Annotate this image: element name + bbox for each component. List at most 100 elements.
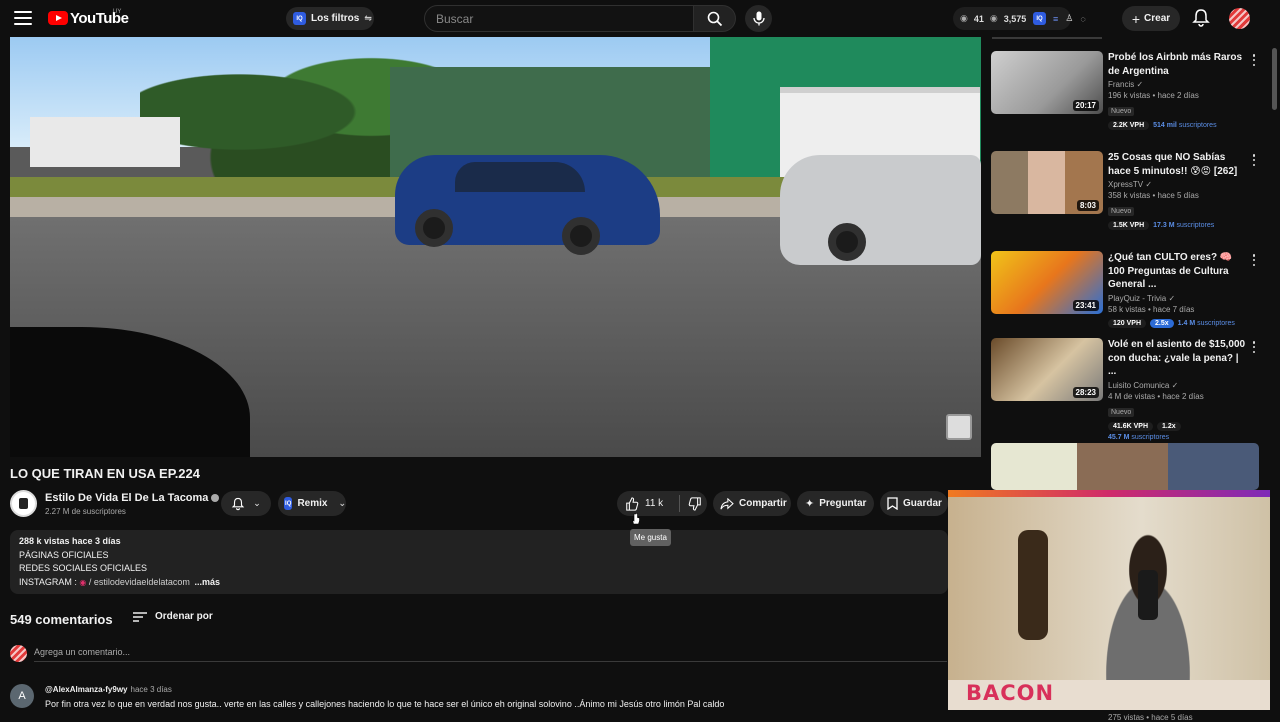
search-input[interactable]: Buscar (424, 5, 694, 32)
video-title: LO QUE TIRAN EN USA EP.224 (10, 466, 200, 481)
sidebar-channel[interactable]: PlayQuiz - Trivia ✓ (1108, 294, 1246, 303)
youtube-logo-icon[interactable] (48, 11, 68, 25)
mouse-cursor-icon (632, 513, 640, 525)
stats-row: 45.7 M suscriptores (1108, 434, 1246, 441)
video-frame-wheel (828, 223, 866, 261)
dislike-button[interactable] (688, 491, 707, 516)
like-button[interactable]: 11 k (617, 491, 671, 516)
stat-b: 3,575 (1003, 13, 1027, 24)
video-frame-wheel (562, 217, 600, 255)
share-button[interactable]: Compartir (713, 491, 791, 516)
notifications-bell-icon[interactable] (1191, 8, 1211, 28)
voice-search-button[interactable] (745, 5, 772, 32)
sidebar-video-title[interactable]: 25 Cosas que NO Sabías hace 5 minutos!! … (1108, 151, 1246, 178)
save-label: Guardar (903, 498, 942, 509)
ask-button[interactable]: ✦ Preguntar (797, 491, 874, 516)
current-user-avatar (10, 645, 27, 662)
channel-avatar[interactable] (10, 490, 37, 517)
description-box[interactable]: 288 k vistas hace 3 días PÁGINAS OFICIAL… (10, 530, 948, 594)
chevron-down-icon: ⌄ (338, 498, 346, 508)
sidebar-video-info: Probé los Airbnb más Raros de Argentina … (1108, 51, 1246, 130)
chat-icon[interactable]: ◌ (1080, 14, 1085, 24)
like-count: 11 k (645, 498, 664, 509)
webcam-banner-text: BACON (966, 681, 1055, 705)
sidebar-meta: 275 vistas • hace 5 días (1108, 713, 1193, 722)
menu-icon[interactable] (14, 11, 32, 25)
stats-row: 120 VPH 2.5x 1.4 M suscriptores (1108, 318, 1246, 328)
video-thumbnail[interactable]: 20:17 (991, 51, 1103, 114)
new-badge: Nuevo (1108, 207, 1135, 216)
more-options-icon[interactable] (1252, 341, 1256, 353)
video-thumbnail[interactable] (991, 443, 1259, 490)
sidebar-scrollbar[interactable] (1272, 48, 1277, 110)
sidebar-channel[interactable]: Francis ✓ (1108, 80, 1246, 89)
vph-badge: 2.2K VPH (1108, 121, 1150, 130)
top-bar: YouTube UY IQ Los filtros ⇋ Buscar ◉ 41 … (0, 0, 1280, 37)
comment-author[interactable]: @AlexAlmanza-fy9wy hace 3 días (45, 685, 172, 694)
eye-icon: ◉ (960, 13, 968, 23)
vph-badge: 120 VPH (1108, 318, 1147, 328)
more-options-icon[interactable] (1252, 254, 1256, 266)
user-avatar[interactable] (1229, 8, 1250, 29)
subscription-notifications-button[interactable]: ⌄ (221, 491, 271, 516)
add-comment-input[interactable]: Agrega un comentario... (34, 647, 947, 662)
create-button[interactable]: + Crear (1122, 6, 1180, 31)
sidebar-video-title[interactable]: Probé los Airbnb más Raros de Argentina (1108, 51, 1246, 78)
video-duration: 28:23 (1072, 387, 1099, 398)
search-button[interactable] (694, 5, 736, 32)
sidebar-channel[interactable]: Luisito Comunica ✓ (1108, 381, 1246, 390)
list-icon[interactable]: ≡ (1053, 14, 1058, 24)
channel-subscribers: 2.27 M de suscriptores (45, 507, 126, 516)
comments-count: 549 comentarios (10, 612, 113, 627)
iq-icon: IQ (284, 497, 293, 510)
video-thumbnail[interactable]: 23:41 (991, 251, 1103, 314)
sort-label: Ordenar por (155, 611, 213, 622)
verified-icon (211, 494, 220, 503)
sidebar-video-info: 25 Cosas que NO Sabías hace 5 minutos!! … (1108, 151, 1246, 230)
verified-icon: ✓ (1171, 380, 1179, 390)
sliders-icon: ⇋ (364, 13, 372, 23)
description-stats: 288 k vistas hace 3 días (19, 536, 121, 546)
video-duration: 20:17 (1072, 100, 1099, 111)
show-more-link[interactable]: ...más (194, 577, 220, 587)
multiplier-badge: 1.2x (1157, 421, 1181, 431)
sidebar-meta: 58 k vistas • hace 7 días (1108, 304, 1195, 314)
stat-a: 41 (973, 13, 984, 24)
filters-label: Los filtros (311, 13, 360, 24)
more-options-icon[interactable] (1252, 54, 1256, 66)
video-duration: 23:41 (1072, 300, 1099, 311)
description-line: REDES SOCIALES OFICIALES (19, 563, 148, 573)
more-options-icon[interactable] (1252, 154, 1256, 166)
webcam-microphone (1138, 570, 1158, 620)
remix-button[interactable]: IQ Remix ⌄ (278, 491, 346, 516)
eye-icon: ◉ (989, 13, 998, 23)
channel-watermark-icon[interactable] (946, 414, 972, 440)
comment-author-avatar[interactable]: A (10, 684, 34, 708)
sidebar-channel[interactable]: XpressTV ✓ (1108, 180, 1246, 189)
instagram-link[interactable]: / estilodevidaeldelatacom (89, 577, 190, 587)
channel-name[interactable]: Estilo De Vida El De La Tacoma (45, 492, 220, 504)
description-instagram: INSTAGRAM : ◉ / estilodevidaeldelatacom … (19, 576, 220, 587)
plus-icon: + (1131, 10, 1141, 27)
sidebar-chip-bar (992, 37, 1102, 39)
stats-row: 1.5K VPH 17.3 M suscriptores (1108, 221, 1246, 230)
video-frame-wheel (415, 209, 453, 247)
video-thumbnail[interactable]: 28:23 (991, 338, 1103, 401)
like-tooltip: Me gusta (630, 529, 671, 546)
iq-icon[interactable]: IQ (1033, 12, 1046, 25)
thumbs-down-icon (688, 496, 701, 511)
sidebar-meta: 358 k vistas • hace 5 días (1108, 191, 1199, 200)
comment-text: Por fin otra vez lo que en verdad nos gu… (45, 699, 725, 709)
save-button[interactable]: Guardar (880, 491, 948, 516)
chevron-down-icon: ⌄ (253, 498, 261, 508)
filters-button[interactable]: IQ Los filtros ⇋ (286, 7, 374, 30)
sidebar-video-title[interactable]: Volé en el asiento de $15,000 con ducha:… (1108, 338, 1246, 379)
like-divider (678, 495, 680, 512)
video-player[interactable] (10, 37, 981, 457)
pin-icon[interactable]: ♙ (1065, 13, 1073, 24)
sidebar-video-title[interactable]: ¿Qué tan CULTO eres? 🧠 100 Preguntas de … (1108, 251, 1246, 292)
video-thumbnail[interactable]: 8:03 (991, 151, 1103, 214)
sparkle-icon: ✦ (805, 498, 815, 510)
video-frame-house (30, 117, 180, 167)
sort-comments-button[interactable]: Ordenar por (133, 611, 213, 622)
